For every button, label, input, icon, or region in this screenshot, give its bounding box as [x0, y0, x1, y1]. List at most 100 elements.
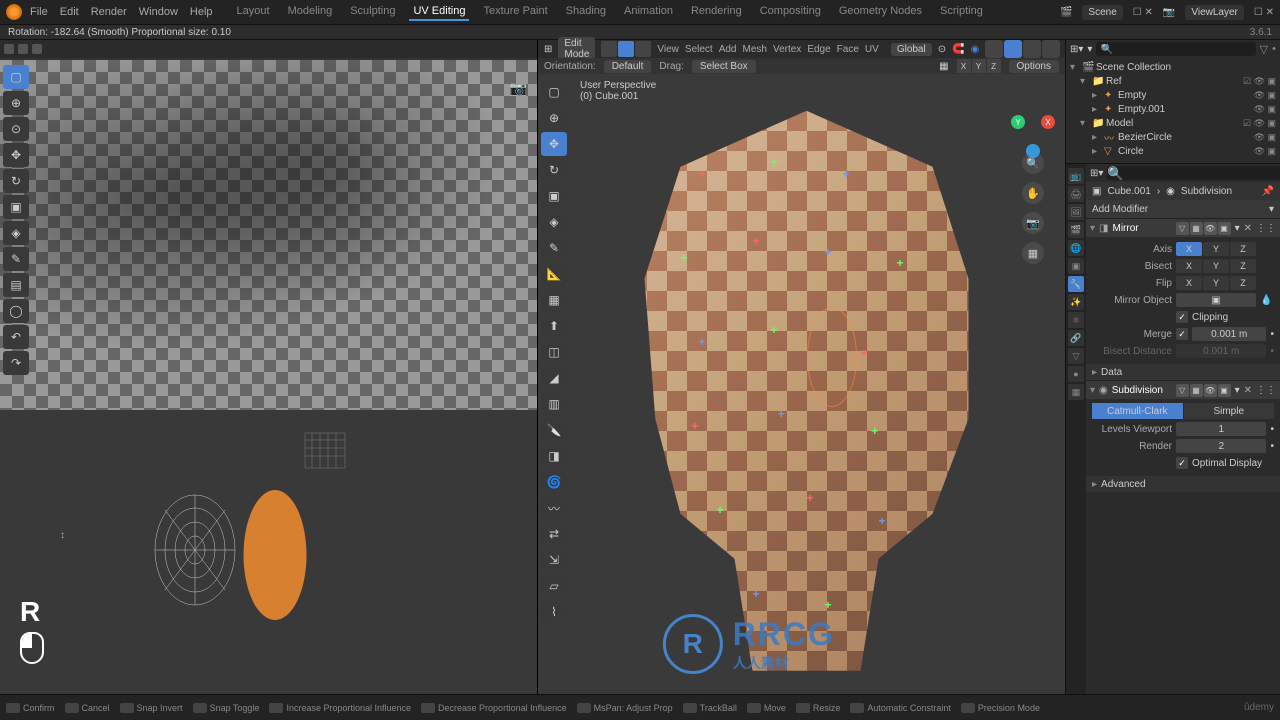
vp-menu-view[interactable]: View [657, 44, 679, 55]
outliner-new-icon[interactable]: • [1272, 43, 1276, 55]
ptab-physics[interactable]: ⚛ [1068, 312, 1084, 328]
vp-tool-loopcut[interactable]: ▥ [541, 392, 567, 416]
ptab-texture[interactable]: ▦ [1068, 384, 1084, 400]
tab-modeling[interactable]: Modeling [284, 3, 337, 21]
menu-edit[interactable]: Edit [60, 6, 79, 18]
shading-rendered[interactable] [1042, 40, 1060, 58]
tab-shading[interactable]: Shading [562, 3, 610, 21]
vp-tool-inset[interactable]: ◫ [541, 340, 567, 364]
merge-value-field[interactable]: 0.001 m [1192, 327, 1266, 341]
drag-dropdown[interactable]: Select Box [692, 60, 756, 73]
breadcrumb-mod[interactable]: Subdivision [1181, 186, 1232, 197]
options-dropdown[interactable]: Options [1009, 60, 1059, 73]
subdivision-header[interactable]: ▾◉ Subdivision ▽▦👁▣ ▾✕⋮⋮ [1086, 381, 1280, 399]
tab-scripting[interactable]: Scripting [936, 3, 987, 21]
mirror-flip-y[interactable]: Y [1203, 276, 1229, 290]
vp-tool-move[interactable]: ✥ [541, 132, 567, 156]
uv-tool-rip[interactable]: ▤ [3, 273, 29, 297]
props-search-input[interactable] [1107, 166, 1280, 180]
outliner-search-input[interactable] [1096, 42, 1255, 56]
gizmo-z-axis[interactable] [1026, 144, 1040, 158]
vp-menu-edge[interactable]: Edge [807, 44, 830, 55]
tab-compositing[interactable]: Compositing [756, 3, 825, 21]
add-modifier-button[interactable]: Add Modifier ▾ [1086, 200, 1280, 218]
ptab-constraints[interactable]: 🔗 [1068, 330, 1084, 346]
uv-tool-cursor[interactable]: ▢ [3, 65, 29, 89]
vp-menu-add[interactable]: Add [719, 44, 737, 55]
viewlayer-selector[interactable]: ViewLayer [1185, 5, 1244, 20]
move-view-icon[interactable]: ✋ [1022, 182, 1044, 204]
navigation-gizmo[interactable]: Y X [1011, 100, 1055, 144]
camera-view-icon[interactable]: 📷 [1022, 212, 1044, 234]
uv-tool-pinch[interactable]: ↷ [3, 351, 29, 375]
outliner-item-circle[interactable]: ▸▽Circle👁 ▣ [1070, 144, 1276, 158]
mirror-flip-z[interactable]: Z [1230, 276, 1256, 290]
select-mode-vertex[interactable] [601, 41, 617, 57]
breadcrumb-obj[interactable]: Cube.001 [1107, 186, 1150, 197]
outliner-item-beziercircle[interactable]: ▸〰BezierCircle👁 ▣ [1070, 130, 1276, 144]
merge-checkbox[interactable] [1176, 328, 1188, 340]
outliner-tree[interactable]: ▾🎬Scene Collection ▾📁Ref☑ 👁 ▣ ▸✦Empty👁 ▣… [1066, 58, 1280, 160]
shading-matpreview[interactable] [1023, 40, 1041, 58]
tab-geometry-nodes[interactable]: Geometry Nodes [835, 3, 926, 21]
uv-tool-annotate[interactable]: ✎ [3, 247, 29, 271]
viewlayer-buttons[interactable]: ☐ ✕ [1254, 7, 1274, 18]
pivot-icon[interactable]: ⊙ [938, 44, 946, 55]
tab-layout[interactable]: Layout [233, 3, 274, 21]
outliner-collection-ref[interactable]: ▾📁Ref☑ 👁 ▣ [1070, 74, 1276, 88]
vp-menu-mesh[interactable]: Mesh [743, 44, 767, 55]
vp-menu-vertex[interactable]: Vertex [773, 44, 801, 55]
mirror-header[interactable]: ▾◨ Mirror ▽▦👁▣ ▾✕⋮⋮ [1086, 219, 1280, 237]
menu-help[interactable]: Help [190, 6, 213, 18]
vp-tool-shrink[interactable]: ⇲ [541, 548, 567, 572]
vp-tool-spin[interactable]: 🌀 [541, 470, 567, 494]
mirror-bisect-x[interactable]: X [1176, 259, 1202, 273]
tab-rendering[interactable]: Rendering [687, 3, 746, 21]
mirror-flip-x[interactable]: X [1176, 276, 1202, 290]
pin-icon[interactable]: 📌 [1262, 186, 1274, 197]
scene-buttons[interactable]: ☐ ✕ [1133, 7, 1153, 18]
outliner-filter-icon[interactable]: ▽ [1260, 43, 1268, 56]
editor-type-icon[interactable]: ⊞ [544, 44, 552, 55]
vp-menu-select[interactable]: Select [685, 44, 713, 55]
vp-tool-bevel[interactable]: ◢ [541, 366, 567, 390]
vp-tool-measure[interactable]: 📐 [541, 262, 567, 286]
tab-sculpting[interactable]: Sculpting [346, 3, 399, 21]
menu-render[interactable]: Render [91, 6, 127, 18]
uv-toggle-icon[interactable] [18, 44, 28, 54]
mirror-close-icon[interactable]: ✕ [1244, 223, 1252, 234]
select-mode-edge[interactable] [618, 41, 634, 57]
vp-tool-edgeslide[interactable]: ⇄ [541, 522, 567, 546]
ptab-render[interactable]: 📺 [1068, 168, 1084, 184]
mirror-axis-x[interactable]: X [1176, 242, 1202, 256]
mirror-bisect-z[interactable]: Z [1230, 259, 1256, 273]
gizmo-x-axis[interactable]: X [1041, 115, 1055, 129]
outliner-item-empty001[interactable]: ▸✦Empty.001👁 ▣ [1070, 102, 1276, 116]
ptab-world[interactable]: 🌐 [1068, 240, 1084, 256]
subdiv-advanced-section[interactable]: ▸Advanced [1086, 476, 1280, 492]
outliner-display-icon[interactable]: ▾ [1087, 44, 1092, 55]
subdiv-type-simple[interactable]: Simple [1184, 403, 1275, 419]
vp-menu-uv[interactable]: UV [865, 44, 879, 55]
ptab-object[interactable]: ▣ [1068, 258, 1084, 274]
optimal-display-checkbox[interactable] [1176, 457, 1188, 469]
mirror-object-field[interactable]: ▣ [1176, 293, 1256, 307]
select-mode-face[interactable] [635, 41, 651, 57]
vp-tool-addcube[interactable]: ▦ [541, 288, 567, 312]
snap-icon[interactable]: 🧲 [952, 44, 964, 55]
uv-editor-top[interactable]: ▢ ⊕ ⊙ ✥ ↻ ▣ ◈ ✎ ▤ ◯ ↶ ↷ 📷 [0, 40, 537, 410]
levels-viewport-field[interactable]: 1 [1176, 422, 1266, 436]
3d-viewport[interactable]: ⊞ Edit Mode View Select Add Mesh Vertex … [538, 40, 1065, 694]
mirror-axis-y[interactable]: Y [1203, 242, 1229, 256]
eyedropper-icon[interactable]: 💧 [1260, 295, 1274, 306]
vp-tool-cursor[interactable]: ⊕ [541, 106, 567, 130]
tab-texture-paint[interactable]: Texture Paint [479, 3, 551, 21]
uv-toggle-icon[interactable] [4, 44, 14, 54]
ptab-viewlayer[interactable]: 🖼 [1068, 204, 1084, 220]
props-type-icon[interactable]: ⊞▾ [1090, 168, 1103, 179]
vp-tool-annotate[interactable]: ✎ [541, 236, 567, 260]
uv-tool-scale[interactable]: ▣ [3, 195, 29, 219]
proportional-icon[interactable]: ◉ [971, 44, 980, 55]
vp-tool-polybuild[interactable]: ◨ [541, 444, 567, 468]
uv-tool-move[interactable]: ✥ [3, 143, 29, 167]
